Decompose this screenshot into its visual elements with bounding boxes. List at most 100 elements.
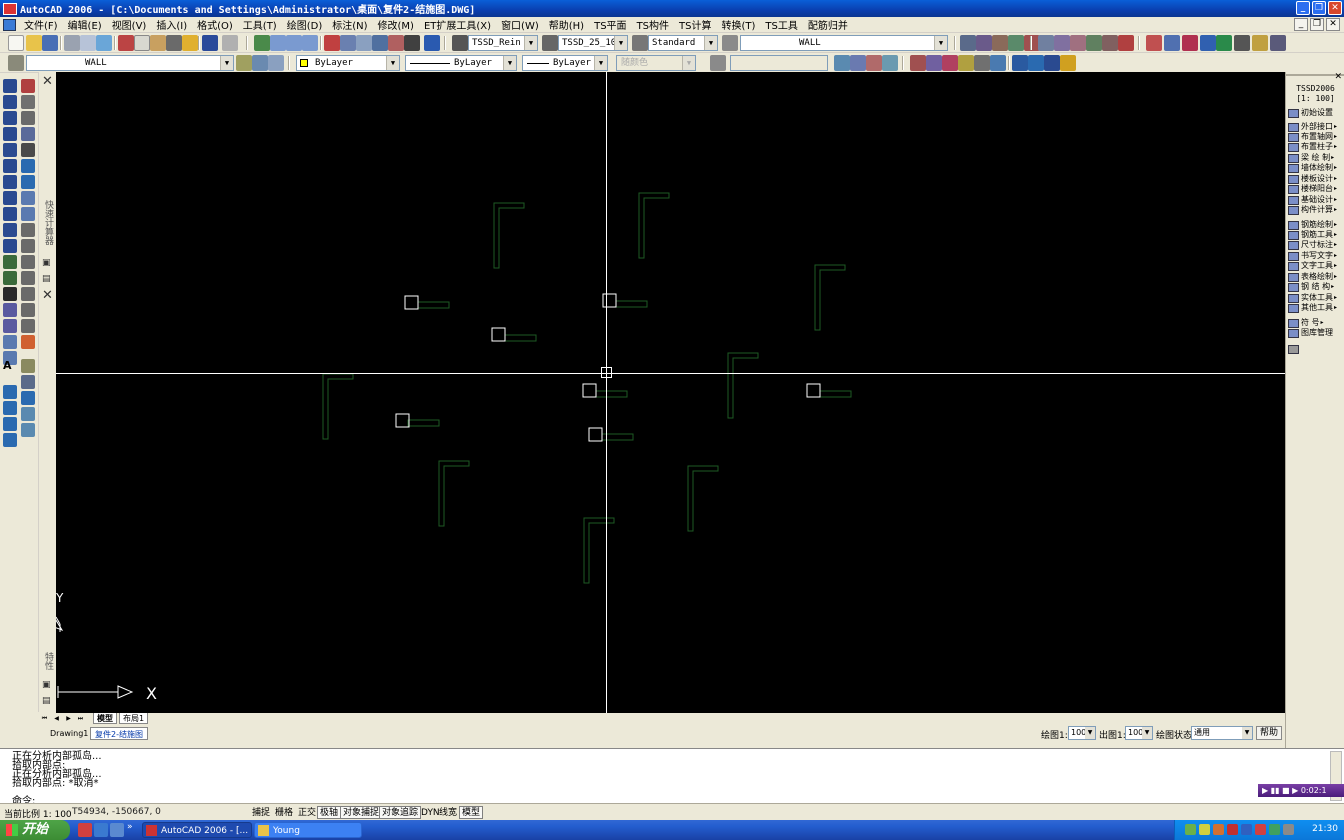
menu-ts-member[interactable]: TS构件 — [632, 17, 674, 32]
strip-close-icon[interactable]: ✕ — [42, 74, 53, 89]
ts-input-box[interactable] — [730, 55, 828, 71]
ts-left-2-icon[interactable] — [21, 375, 35, 389]
tssd-item-stairs[interactable]: 楼梯阳台 ▸ — [1288, 184, 1344, 194]
minimize-button[interactable]: _ — [1296, 1, 1310, 15]
paste-icon[interactable] — [150, 35, 166, 51]
circle-icon[interactable] — [3, 175, 17, 189]
tab-prev-icon[interactable]: ◀ — [52, 714, 61, 723]
ts-tool-7-icon[interactable] — [1146, 35, 1162, 51]
tool-palettes-icon[interactable] — [356, 35, 372, 51]
chamfer-icon[interactable] — [21, 303, 35, 317]
strip-options-2-icon[interactable]: ▣ — [42, 680, 51, 690]
tab-first-icon[interactable]: ⏮ — [40, 714, 49, 723]
layer-properties-icon[interactable] — [8, 55, 24, 71]
doc-restore-button[interactable]: ❐ — [1310, 18, 1324, 31]
line-icon[interactable] — [3, 79, 17, 93]
scale-icon[interactable] — [21, 191, 35, 205]
tssd-item-slabs[interactable]: 楼板设计 ▸ — [1288, 174, 1344, 184]
quicklaunch-more-icon[interactable]: » — [127, 822, 133, 832]
tray-icon-7[interactable] — [1269, 824, 1280, 835]
linetype-select[interactable]: ByLayer ▼ — [405, 55, 517, 71]
tray-icon-4[interactable] — [1227, 824, 1238, 835]
desktop-icon[interactable] — [110, 823, 124, 837]
copy-object-icon[interactable] — [21, 95, 35, 109]
plot-scale-select[interactable]: 100 ▼ — [1125, 726, 1153, 740]
strip-close-2-icon[interactable]: ✕ — [42, 288, 53, 303]
start-button[interactable]: 开始 — [0, 820, 70, 840]
tssd-item-rebar-draw[interactable]: 钢筋绘制 ▸ — [1288, 220, 1344, 230]
ortho-toggle[interactable]: 正交 — [295, 806, 319, 819]
cursor-coordinates[interactable]: T54934, -150667, 0 — [72, 807, 161, 817]
tab-next-icon[interactable]: ▶ — [64, 714, 73, 723]
ts-h-icon[interactable] — [958, 55, 974, 71]
menu-edit[interactable]: 编辑(E) — [63, 17, 107, 32]
doc-close-button[interactable]: ✕ — [1326, 18, 1340, 31]
arc-icon[interactable] — [3, 159, 17, 173]
break-at-point-icon[interactable] — [21, 255, 35, 269]
pin-icon[interactable] — [1028, 55, 1044, 71]
tssd-item-rebar-tools[interactable]: 钢筋工具 ▸ — [1288, 230, 1344, 240]
menu-ts-calc[interactable]: TS计算 — [674, 17, 716, 32]
ts-tool-12-icon[interactable] — [1234, 35, 1250, 51]
dim-arc-icon[interactable] — [992, 35, 1008, 51]
media-player-widget[interactable]: ▶ ▮▮ ■ ▶ 0:02:1 — [1258, 784, 1344, 797]
redo-icon[interactable] — [222, 35, 238, 51]
polyline-icon[interactable] — [3, 111, 17, 125]
menu-ts-plan[interactable]: TS平面 — [589, 17, 631, 32]
ts-b-icon[interactable] — [850, 55, 866, 71]
doc-tab-current[interactable]: 复件2-结施图 — [90, 727, 148, 740]
region-icon[interactable] — [3, 335, 17, 349]
doc-tab-drawing1[interactable]: Drawing1 — [46, 727, 92, 740]
text-style-icon[interactable] — [452, 35, 468, 51]
multiline-text-icon[interactable]: A — [3, 359, 17, 373]
make-current-layer-icon[interactable] — [236, 55, 252, 71]
trim-icon[interactable] — [21, 223, 35, 237]
tssd-item-foundation[interactable]: 基础设计 ▸ — [1288, 195, 1344, 205]
construction-line-icon[interactable] — [3, 95, 17, 109]
ts-tool-13-icon[interactable] — [1252, 35, 1268, 51]
save-icon[interactable] — [42, 35, 58, 51]
tssd-item-tables[interactable]: 表格绘制 ▸ — [1288, 272, 1344, 282]
gradient-icon[interactable] — [3, 319, 17, 333]
ts-e-icon[interactable] — [910, 55, 926, 71]
draw-order-3-icon[interactable] — [3, 417, 17, 431]
tssd-item-write-text[interactable]: 书写文字 ▸ — [1288, 251, 1344, 261]
quicklaunch-app-icon[interactable] — [78, 823, 92, 837]
point-icon[interactable] — [3, 287, 17, 301]
unlock-icon[interactable] — [1060, 55, 1076, 71]
zoom-realtime-icon[interactable] — [270, 35, 286, 51]
tray-icon-6[interactable] — [1255, 824, 1266, 835]
draw-order-2-icon[interactable] — [3, 401, 17, 415]
properties-strip-label[interactable]: 特性 — [42, 652, 55, 670]
ts-left-4-icon[interactable] — [21, 407, 35, 421]
quickcalc-strip-label[interactable]: 快速计算器 — [42, 200, 55, 245]
offset-icon[interactable] — [21, 127, 35, 141]
menu-help[interactable]: 帮助(H) — [544, 17, 589, 32]
text-style-select[interactable]: TSSD_Rein ▼ — [468, 35, 538, 51]
ts-a-icon[interactable] — [834, 55, 850, 71]
tssd-item-interface[interactable]: 外部接口 ▸ — [1288, 122, 1344, 132]
lineweight-select[interactable]: ByLayer ▼ — [522, 55, 608, 71]
menu-tools[interactable]: 工具(T) — [238, 17, 282, 32]
polygon-icon[interactable] — [3, 127, 17, 141]
tssd-item-beams[interactable]: 梁 绘 制 ▸ — [1288, 153, 1344, 163]
restore-button[interactable]: ❐ — [1312, 1, 1326, 15]
ts-f-icon[interactable] — [926, 55, 942, 71]
stretch-icon[interactable] — [21, 207, 35, 221]
insert-block-icon[interactable] — [3, 255, 17, 269]
publish-icon[interactable] — [96, 35, 112, 51]
copy-icon[interactable] — [134, 35, 150, 51]
grid-toggle[interactable]: 栅格 — [272, 806, 296, 819]
break-icon[interactable] — [21, 271, 35, 285]
ts-edit-icon[interactable] — [710, 55, 726, 71]
erase-icon[interactable] — [21, 79, 35, 93]
tray-icon-3[interactable] — [1213, 824, 1224, 835]
move-icon[interactable] — [21, 159, 35, 173]
tssd-item-walls[interactable]: 墙体绘制 ▸ — [1288, 163, 1344, 173]
ts-tool-8-icon[interactable] — [1164, 35, 1180, 51]
tray-icon-2[interactable] — [1199, 824, 1210, 835]
document-icon[interactable] — [3, 18, 16, 31]
layer-control-select[interactable]: WALL ▼ — [26, 55, 234, 71]
revision-cloud-icon[interactable] — [3, 191, 17, 205]
tab-model[interactable]: 模型 — [93, 713, 117, 724]
